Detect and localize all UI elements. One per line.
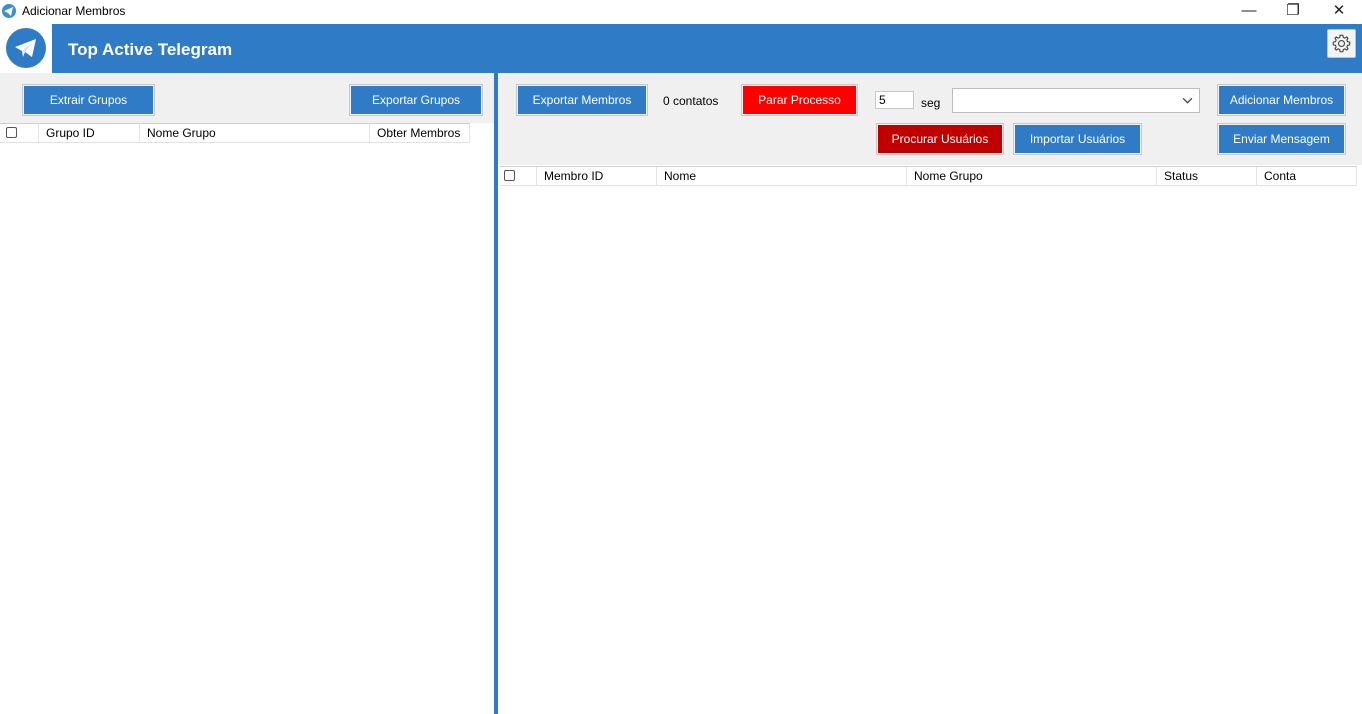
maximize-button[interactable]: ❐ xyxy=(1270,0,1316,23)
telegram-icon xyxy=(2,4,16,18)
column-nome[interactable]: Nome xyxy=(657,167,907,186)
window-titlebar: Adicionar Membros — ❐ ✕ xyxy=(0,0,1362,23)
column-conta[interactable]: Conta xyxy=(1257,167,1357,186)
account-select[interactable] xyxy=(952,88,1200,113)
column-obter-membros[interactable]: Obter Membros xyxy=(370,124,470,143)
column-status[interactable]: Status xyxy=(1157,167,1257,186)
members-panel: Exportar Membros 0 contatos Parar Proces… xyxy=(498,73,1362,714)
chevron-down-icon xyxy=(1182,97,1193,104)
groups-table-header: Grupo ID Nome Grupo Obter Membros xyxy=(0,123,470,143)
export-members-button[interactable]: Exportar Membros xyxy=(516,84,648,116)
column-membro-id[interactable]: Membro ID xyxy=(537,167,657,186)
close-button[interactable]: ✕ xyxy=(1316,0,1362,23)
minimize-button[interactable]: — xyxy=(1226,0,1272,23)
telegram-logo-icon xyxy=(6,28,46,68)
contacts-count: 0 contatos xyxy=(663,94,719,108)
select-all-groups-checkbox[interactable] xyxy=(6,127,17,138)
select-all-members-checkbox[interactable] xyxy=(504,170,515,181)
select-all-groups-column xyxy=(0,124,39,143)
select-all-members-column xyxy=(500,167,537,186)
column-grupo-id[interactable]: Grupo ID xyxy=(39,124,140,143)
column-nome-grupo[interactable]: Nome Grupo xyxy=(907,167,1157,186)
groups-panel: Extrair Grupos Exportar Grupos Grupo ID … xyxy=(0,73,494,714)
settings-button[interactable] xyxy=(1327,29,1356,58)
export-groups-button[interactable]: Exportar Grupos xyxy=(349,84,483,116)
window-title: Adicionar Membros xyxy=(22,4,126,18)
column-nome-grupo[interactable]: Nome Grupo xyxy=(140,124,370,143)
add-members-button[interactable]: Adicionar Membros xyxy=(1217,84,1346,116)
send-message-button[interactable]: Enviar Mensagem xyxy=(1217,123,1346,155)
import-users-button[interactable]: Importar Usuários xyxy=(1013,123,1142,155)
app-header: Top Active Telegram xyxy=(0,24,1362,73)
logo xyxy=(0,24,52,73)
interval-input[interactable]: 5 xyxy=(875,91,914,109)
gear-icon xyxy=(1332,34,1351,53)
app-title: Top Active Telegram xyxy=(68,40,233,59)
members-table-header: Membro ID Nome Nome Grupo Status Conta xyxy=(500,166,1357,186)
groups-toolbar: Extrair Grupos Exportar Grupos xyxy=(0,73,494,123)
search-users-button[interactable]: Procurar Usuários xyxy=(876,123,1004,155)
interval-unit: seg xyxy=(921,96,941,110)
members-toolbar: Exportar Membros 0 contatos Parar Proces… xyxy=(498,73,1362,165)
extract-groups-button[interactable]: Extrair Grupos xyxy=(22,84,155,116)
stop-process-button[interactable]: Parar Processo xyxy=(741,84,858,116)
